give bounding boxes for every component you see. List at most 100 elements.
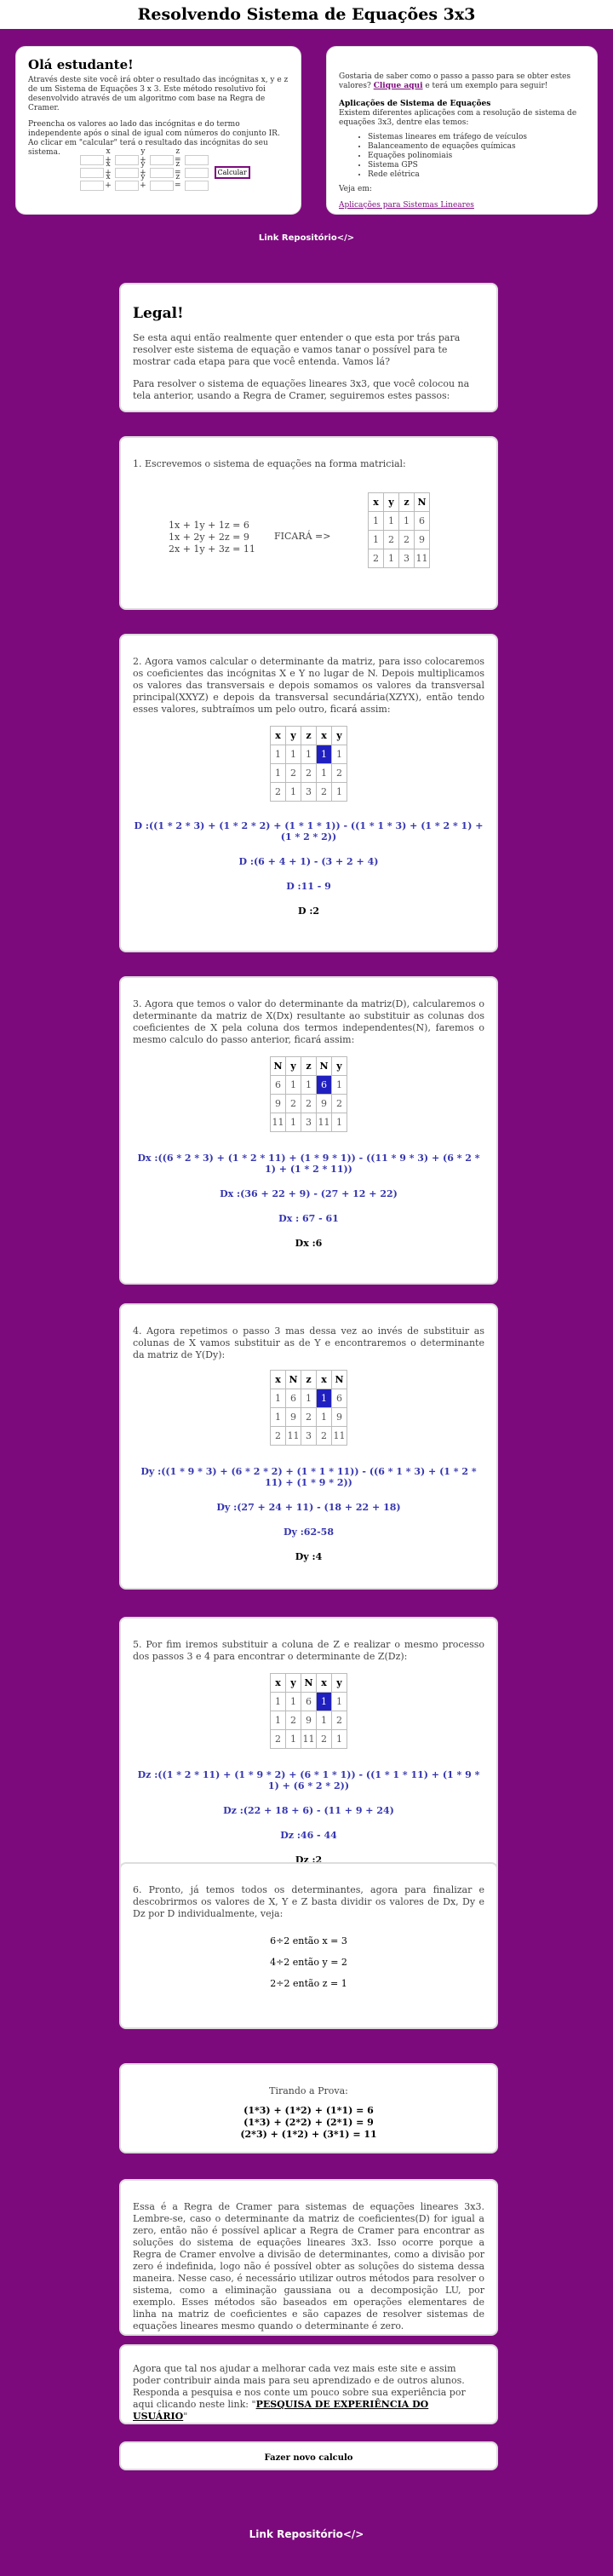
example-link[interactable]: Clique aqui: [374, 82, 423, 90]
matrix-cell: 11: [331, 1426, 347, 1446]
matrix-cell: 2: [383, 530, 399, 549]
matrix-cell: 1: [285, 782, 301, 802]
redo-button[interactable]: Fazer novo calculo: [119, 2441, 498, 2470]
matrix-cell: z: [301, 1370, 317, 1389]
matrix-cell: 2: [316, 1729, 332, 1749]
formula-dz-2: Dz :(22 + 18 + 6) - (11 + 9 + 24): [223, 1805, 394, 1816]
matrix-cell: x: [316, 1673, 332, 1693]
matrix-cell: x: [316, 726, 332, 745]
matrix-cell: N: [270, 1056, 286, 1076]
coef-z3-input[interactable]: [149, 180, 174, 191]
help-question: Gostaria de saber como o passo a passo p…: [339, 72, 587, 91]
matrix-cell: 1: [316, 1407, 332, 1427]
matrix-row: 19219: [270, 1407, 347, 1427]
matrix-cell: y: [331, 726, 347, 745]
matrix-cell: 1: [270, 763, 286, 783]
matrix-row: 2 1 11 2 1: [270, 1729, 347, 1749]
matrix-row: xyzxy: [270, 726, 347, 745]
matrix-cell: 11: [270, 1113, 286, 1132]
matrix-cell: 9: [316, 1094, 332, 1113]
see-more-label: Veja em:: [339, 185, 372, 193]
matrix-cell: y: [285, 1673, 301, 1693]
matrix-cell: 1: [285, 1075, 301, 1095]
formula-dy-3: Dy :62-58: [283, 1527, 334, 1538]
matrix-cell: 3: [301, 1113, 317, 1132]
matrix-cell: 2: [301, 763, 317, 783]
proof-line-1: (1*3) + (1*2) + (1*1) = 6: [243, 2105, 374, 2116]
step-3-section: 3. Agora que temos o valor do determinan…: [119, 976, 498, 1285]
matrix-cell: 1: [331, 1692, 347, 1711]
page-title: Resolvendo Sistema de Equações 3x3: [137, 5, 476, 24]
matrix-cell: 2: [270, 1426, 286, 1446]
matrix-cell: y: [383, 492, 399, 512]
matrix-cell: 1: [285, 1729, 301, 1749]
matrix-cell: z: [398, 492, 415, 512]
matrix-row: xNzxN: [270, 1370, 347, 1389]
matrix-cell: 2: [301, 1094, 317, 1113]
matrix-cell: 1: [270, 1389, 286, 1408]
matrix-row: 12912: [270, 1711, 347, 1730]
application-item: Rede elétrica: [368, 170, 587, 180]
matrix-row: 12212: [270, 763, 347, 783]
matrix-cell: 1: [301, 745, 317, 764]
matrix-cell: x: [270, 1370, 286, 1389]
application-item: Balanceamento de equações químicas: [368, 142, 587, 152]
matrix-cell: 6: [285, 1389, 301, 1408]
step-2-text: 2. Agora vamos calcular o determinante d…: [133, 656, 484, 715]
matrix-cell: x: [316, 1370, 332, 1389]
matrix-cell: 1: [383, 549, 399, 568]
formula-dx-4: Dx :6: [295, 1238, 323, 1249]
matrix-cell: 1: [270, 1407, 286, 1427]
formula-dz-1: Dz :((1 * 2 * 11) + (1 * 9 * 2) + (6 * 1…: [137, 1769, 480, 1791]
coef-y3-input[interactable]: [114, 180, 139, 191]
repository-link[interactable]: Link Repositório</>: [0, 233, 613, 243]
matrix-cell: 1: [383, 511, 399, 531]
matrix-cell: 1: [285, 1113, 301, 1132]
matrix-cell: 2: [301, 1407, 317, 1427]
step-4-text: 4. Agora repetimos o passo 3 mas dessa v…: [133, 1325, 484, 1360]
matrix-cell: N: [316, 1056, 332, 1076]
applications-link[interactable]: Aplicações para Sistemas Lineares: [339, 201, 474, 210]
matrix-cell: 2: [368, 549, 384, 568]
matrix-row: 1229: [368, 530, 430, 549]
matrix-cell: 6: [331, 1389, 347, 1408]
matrix-cell: 11: [414, 549, 430, 568]
matrix-cell: 1: [316, 1692, 332, 1711]
matrix-row: 21321: [270, 782, 347, 802]
matrix-row: 92292: [270, 1094, 347, 1113]
matrix-cell: 3: [301, 1426, 317, 1446]
formula-d-4: D :2: [297, 906, 320, 917]
equation-line: 1x + 2y + 2z = 9: [169, 532, 249, 543]
matrix-row: 16116: [270, 1389, 347, 1408]
step-3-text: 3. Agora que temos o valor do determinan…: [133, 998, 484, 1045]
proof-line-2: (1*3) + (2*2) + (2*1) = 9: [243, 2117, 374, 2128]
matrix-cell: N: [414, 492, 430, 512]
matrix-cell: 1: [331, 1113, 347, 1132]
matrix-cell: 2: [285, 1711, 301, 1730]
matrix-cell: 9: [270, 1094, 286, 1113]
equation-row-1: x + y + z =: [80, 147, 250, 165]
applications-card: Gostaria de saber como o passo a passo p…: [326, 46, 598, 215]
repository-link-footer[interactable]: Link Repositório</>: [0, 2528, 613, 2540]
coefficient-matrix: x y z N 1 1 1 6 1 2 2 9 2 1 3 11: [368, 492, 430, 568]
step-2-section: 2. Agora vamos calcular o determinante d…: [119, 634, 498, 952]
matrix-cell: 2: [331, 1094, 347, 1113]
proof-line-3: (2*3) + (1*2) + (3*1) = 11: [240, 2129, 377, 2140]
matrix-cell: 9: [301, 1711, 317, 1730]
redo-button-label: Fazer novo calculo: [264, 2453, 353, 2463]
step-1-text: 1. Escrevemos o sistema de equações na f…: [133, 458, 406, 469]
calculator-card: Olá estudante! Através deste site você i…: [15, 46, 301, 215]
matrix-cell: 1: [398, 511, 415, 531]
matrix-cell: 9: [285, 1407, 301, 1427]
const-n3-input[interactable]: [184, 180, 209, 191]
calculate-button[interactable]: Calcular: [214, 166, 250, 179]
x-label: x +: [105, 173, 112, 190]
coef-x3-input[interactable]: [80, 180, 104, 191]
matrix-cell: z: [301, 726, 317, 745]
matrix-cell: 11: [285, 1426, 301, 1446]
matrix-row: 11111: [270, 745, 347, 764]
matrix-cell: y: [285, 1056, 301, 1076]
matrix-row: 61161: [270, 1075, 347, 1095]
intro-paragraph-2: Para resolver o sistema de equações line…: [133, 378, 470, 401]
matrix-cell: 1: [270, 1711, 286, 1730]
